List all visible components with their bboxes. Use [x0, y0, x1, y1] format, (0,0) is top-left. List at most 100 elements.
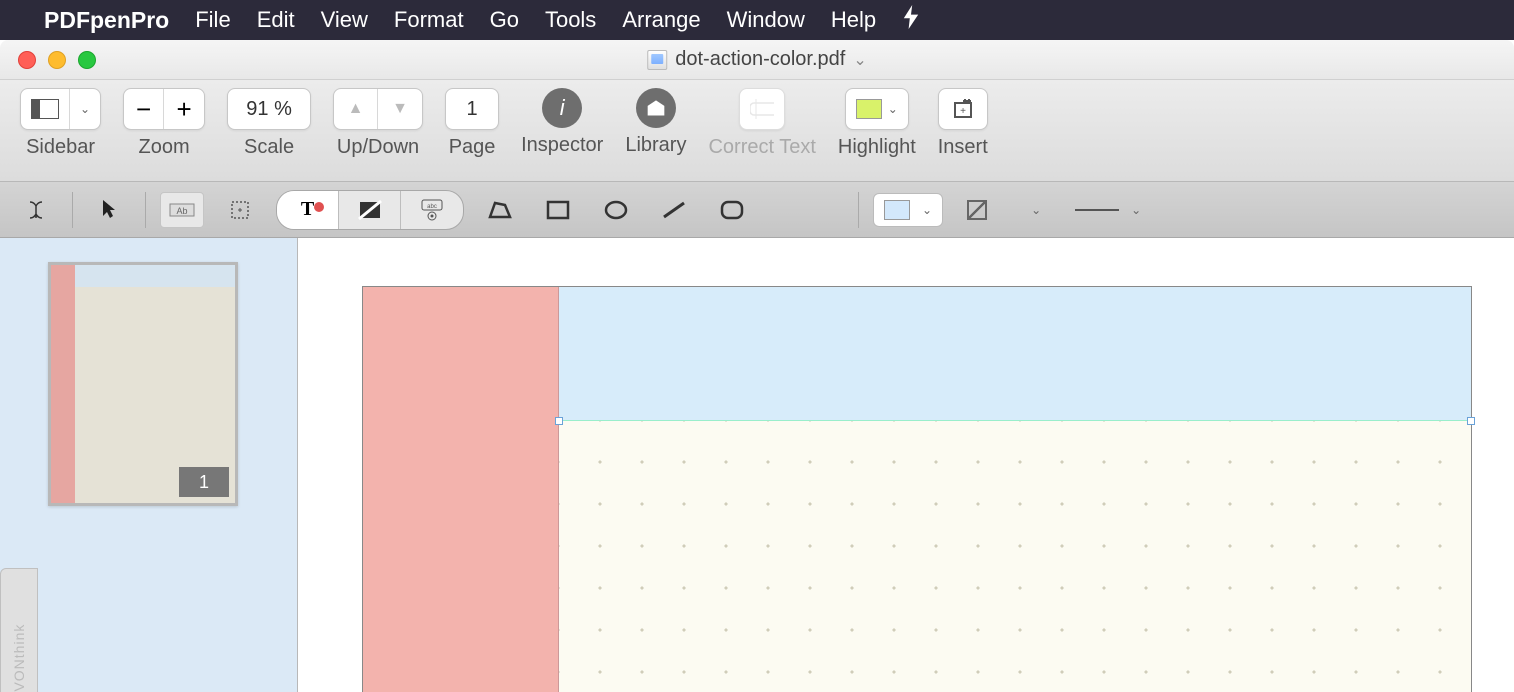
pdf-page[interactable] [362, 286, 1472, 692]
library-group: Library [625, 88, 686, 157]
highlight-label: Highlight [838, 136, 916, 159]
fill-color-swatch [884, 200, 910, 220]
highlight-group: ⌄ Highlight [838, 88, 916, 159]
menu-help[interactable]: Help [831, 7, 876, 33]
separator [145, 192, 146, 228]
zoom-button[interactable] [78, 51, 96, 69]
document-title: dot-action-color.pdf [675, 48, 845, 71]
info-icon: i [560, 95, 565, 121]
title-dropdown-icon[interactable]: ⌄ [853, 50, 866, 70]
correct-text-group: Correct Text [708, 88, 815, 159]
document-canvas[interactable] [298, 238, 1514, 692]
menu-format[interactable]: Format [394, 7, 464, 33]
highlight-text-tool[interactable]: Ab [160, 192, 204, 228]
library-label: Library [625, 134, 686, 157]
menubar-extra-icon[interactable] [902, 5, 920, 36]
rounded-rect-tool[interactable] [710, 192, 754, 228]
menu-view[interactable]: View [321, 7, 368, 33]
menu-arrange[interactable]: Arrange [622, 7, 700, 33]
line-weight-icon [1075, 209, 1119, 211]
text-annotation-tool[interactable]: T [277, 191, 339, 229]
redact-tool[interactable] [339, 191, 401, 229]
page-up-button[interactable]: ▲ [334, 89, 378, 129]
page-down-button[interactable]: ▼ [378, 89, 422, 129]
page-group: 1 Page [445, 88, 499, 159]
zoom-label: Zoom [139, 136, 190, 159]
scale-group: 91 % Scale [227, 88, 311, 159]
sidebar-group: ⌄ Sidebar [20, 88, 101, 159]
ellipse-tool[interactable] [594, 192, 638, 228]
polygon-tool[interactable] [478, 192, 522, 228]
inspector-group: i Inspector [521, 88, 603, 157]
stamp-tool[interactable]: abc [401, 191, 463, 229]
inspector-button[interactable]: i [542, 88, 582, 128]
tool-row: Ab T abc ⌄ ⌄ ⌄ [0, 182, 1514, 238]
highlight-swatch [856, 99, 882, 119]
fill-color-picker[interactable]: ⌄ [873, 193, 943, 227]
library-button[interactable] [636, 88, 676, 128]
page-input[interactable]: 1 [446, 89, 498, 129]
zoom-in-button[interactable]: + [164, 89, 204, 129]
separator [72, 192, 73, 228]
no-fill-icon [967, 200, 987, 220]
minimize-button[interactable] [48, 51, 66, 69]
chevron-down-icon: ⌄ [888, 102, 898, 116]
macos-menubar: PDFpenPro File Edit View Format Go Tools… [0, 0, 1514, 40]
menu-file[interactable]: File [195, 7, 230, 33]
stroke-style-picker[interactable]: ⌄ [957, 193, 1051, 227]
insert-group: + Insert [938, 88, 988, 159]
select-tool[interactable] [87, 192, 131, 228]
window-titlebar: dot-action-color.pdf ⌄ [0, 40, 1514, 80]
thumb-left-region [51, 265, 75, 503]
line-tool[interactable] [652, 192, 696, 228]
inspector-label: Inspector [521, 134, 603, 157]
selection-handle[interactable] [1467, 417, 1475, 425]
zoom-out-button[interactable]: − [124, 89, 164, 129]
svg-text:+: + [960, 106, 966, 117]
svg-text:Ab: Ab [176, 206, 187, 216]
crop-tool[interactable] [218, 192, 262, 228]
insert-button[interactable]: + [938, 88, 988, 130]
page-thumbnail[interactable]: 1 [48, 262, 238, 506]
updown-group: ▲ ▼ Up/Down [333, 88, 423, 159]
page-left-region[interactable] [363, 287, 559, 692]
content-area: 1 DEVONthink [0, 238, 1514, 692]
menu-go[interactable]: Go [490, 7, 519, 33]
traffic-lights [18, 51, 96, 69]
highlight-button[interactable]: ⌄ [845, 88, 909, 130]
app-name[interactable]: PDFpenPro [44, 7, 169, 34]
thumbnail-sidebar: 1 DEVONthink [0, 238, 298, 692]
chevron-down-icon: ⌄ [1131, 203, 1141, 217]
menu-edit[interactable]: Edit [257, 7, 295, 33]
line-weight-picker[interactable]: ⌄ [1065, 193, 1151, 227]
close-button[interactable] [18, 51, 36, 69]
markup-tool-group: T abc [276, 190, 464, 230]
zoom-group: − + Zoom [123, 88, 205, 159]
page-top-region[interactable] [559, 287, 1471, 421]
page-label: Page [449, 136, 496, 159]
selection-handle[interactable] [555, 417, 563, 425]
menu-tools[interactable]: Tools [545, 7, 596, 33]
svg-text:abc: abc [427, 204, 437, 210]
text-cursor-tool[interactable] [14, 192, 58, 228]
scale-input[interactable]: 91 % [228, 89, 310, 129]
main-toolbar: ⌄ Sidebar − + Zoom 91 % Scale ▲ ▼ Up/Dow… [0, 80, 1514, 182]
correct-text-button [740, 89, 784, 129]
document-proxy-icon[interactable] [647, 50, 667, 70]
menu-window[interactable]: Window [727, 7, 805, 33]
insert-label: Insert [938, 136, 988, 159]
rectangle-tool[interactable] [536, 192, 580, 228]
ocr-icon [750, 99, 774, 119]
chevron-down-icon: ⌄ [1031, 203, 1041, 217]
thumb-top-region [75, 265, 235, 287]
correct-text-label: Correct Text [708, 136, 815, 159]
window-title[interactable]: dot-action-color.pdf ⌄ [647, 48, 867, 71]
sidebar-icon [31, 99, 59, 119]
thumb-page-number: 1 [179, 467, 229, 497]
chevron-down-icon: ⌄ [922, 203, 932, 217]
devonthink-tab[interactable]: DEVONthink [0, 568, 38, 692]
separator [858, 192, 859, 228]
sidebar-button[interactable]: ⌄ [20, 88, 101, 130]
scale-label: Scale [244, 136, 294, 159]
chevron-down-icon: ⌄ [80, 102, 90, 116]
